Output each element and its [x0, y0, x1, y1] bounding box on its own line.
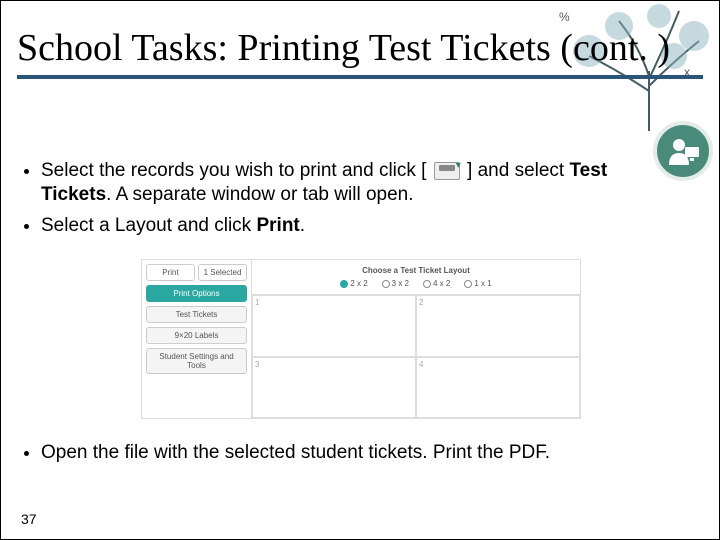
page-title: School Tasks: Printing Test Tickets (con…	[17, 29, 703, 79]
printer-dropdown-icon	[434, 162, 460, 180]
dialog-sidebar: Print 1 Selected Print Options Test Tick…	[142, 260, 252, 418]
test-tickets-option: Test Tickets	[146, 306, 247, 323]
page-number: 37	[21, 511, 37, 527]
text: ] and select	[467, 160, 569, 181]
bullet-list: Select the records you wish to print and…	[41, 159, 679, 244]
text: Select the records you wish to print and…	[41, 160, 426, 181]
layout-1x1: 1 x 1	[464, 279, 491, 288]
slide: % x School Tasks: Printing Test Tickets …	[0, 0, 720, 540]
layout-3x2: 3 x 2	[382, 279, 409, 288]
preview-cell: 2	[416, 295, 580, 357]
preview-cell: 3	[252, 357, 416, 419]
dialog-header: Choose a Test Ticket Layout 2 x 2 3 x 2 …	[252, 260, 580, 295]
bullet-1: Select the records you wish to print and…	[41, 159, 679, 208]
title-area: School Tasks: Printing Test Tickets (con…	[17, 29, 703, 79]
radio-icon	[464, 280, 472, 288]
svg-text:%: %	[559, 10, 570, 24]
selected-count: 1 Selected	[198, 264, 247, 281]
layout-options: 2 x 2 3 x 2 4 x 2 1 x 1	[256, 279, 576, 288]
preview-cell: 1	[252, 295, 416, 357]
layout-2x2: 2 x 2	[340, 279, 367, 288]
bullet-3: Open the file with the selected student …	[41, 441, 679, 465]
labels-option: 9×20 Labels	[146, 327, 247, 344]
bullet-list-2: Open the file with the selected student …	[41, 441, 679, 465]
settings-option: Student Settings and Tools	[146, 348, 247, 374]
radio-icon	[340, 280, 348, 288]
layout-dialog-screenshot: Print 1 Selected Print Options Test Tick…	[141, 259, 581, 419]
print-button: Print	[146, 264, 195, 281]
radio-icon	[423, 280, 431, 288]
layout-4x2: 4 x 2	[423, 279, 450, 288]
layout-preview: 1 2 3 4	[252, 295, 580, 418]
text: .	[300, 215, 305, 236]
radio-icon	[382, 280, 390, 288]
dialog-title: Choose a Test Ticket Layout	[256, 266, 576, 275]
preview-cell: 4	[416, 357, 580, 419]
bold-text: Print	[256, 215, 299, 236]
dialog-main: Choose a Test Ticket Layout 2 x 2 3 x 2 …	[252, 260, 580, 418]
bullet-2: Select a Layout and click Print.	[41, 214, 679, 238]
text: Select a Layout and click	[41, 215, 256, 236]
print-options-tab: Print Options	[146, 285, 247, 302]
text: . A separate window or tab will open.	[106, 184, 413, 205]
